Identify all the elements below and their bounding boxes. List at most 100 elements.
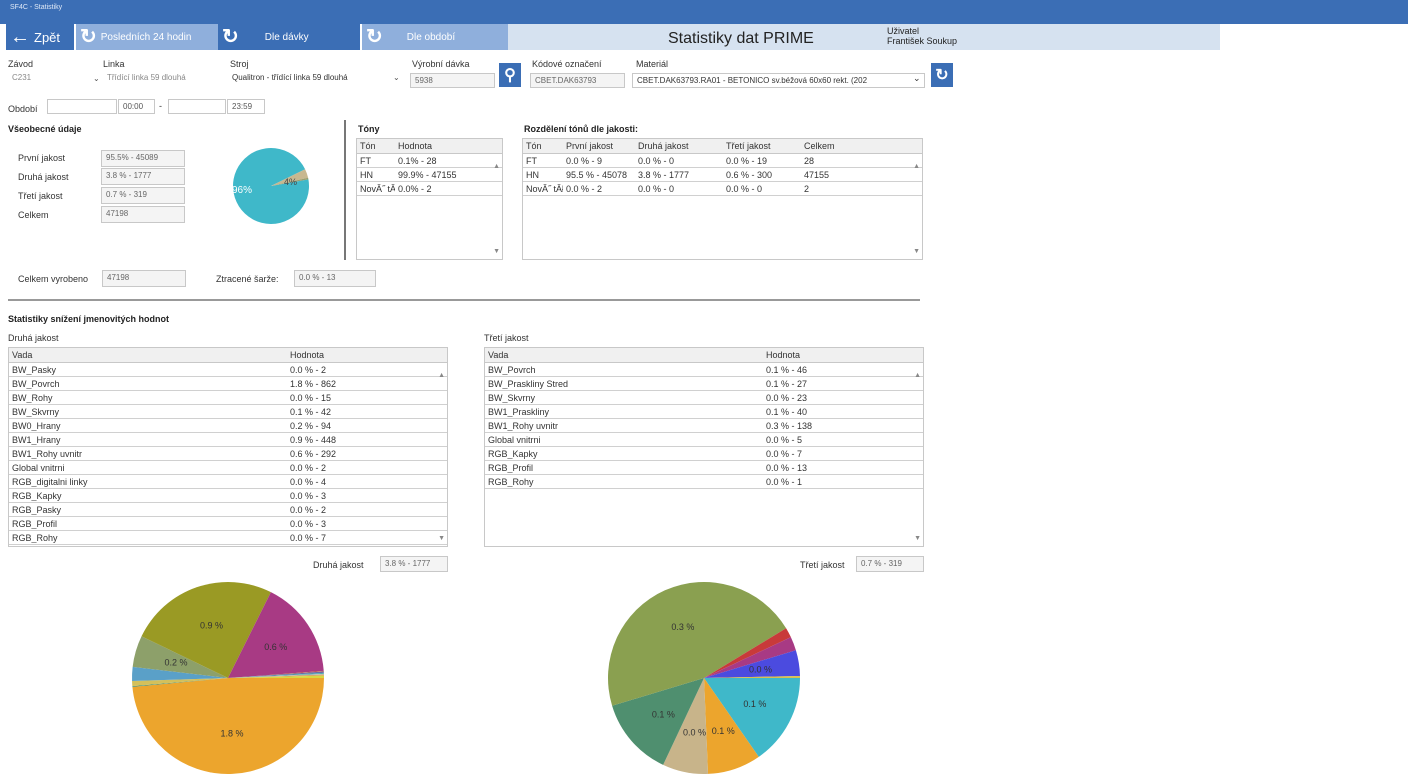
table-cell: RGB_Profil	[488, 462, 534, 473]
table-cell: 0.0 % - 19	[726, 155, 768, 166]
pie-label-first: 96%	[232, 185, 252, 196]
table-row[interactable]: BW1_Praskliny 0.1 % - 40	[485, 405, 923, 419]
column-header: Hodnota	[290, 350, 325, 360]
table-cell: 0.0 % - 3	[290, 518, 327, 529]
material-value: CBET.DAK63793.RA01 - BETONICO sv.béžová …	[637, 76, 868, 85]
table-cell: BW_Praskliny Stred	[488, 378, 569, 389]
table-cell: FT	[360, 155, 371, 166]
material-select[interactable]: CBET.DAK63793.RA01 - BETONICO sv.béžová …	[632, 73, 925, 88]
table-row[interactable]: BW_Skvrny 0.1 % - 42	[9, 405, 447, 419]
period-from-date[interactable]	[47, 99, 117, 114]
scroll-down-icon[interactable]: ▼	[913, 248, 920, 255]
table-row[interactable]: HN 99.9% - 47155	[357, 168, 502, 182]
code-label: Kódové označení	[532, 59, 602, 69]
table-cell: BW1_Rohy uvnitr	[12, 448, 83, 459]
period-to-date[interactable]	[168, 99, 226, 114]
machine-value: Qualitron - třídící linka 59 dlouhá	[232, 73, 348, 82]
search-button[interactable]: ⚲	[499, 63, 521, 87]
app-title: SF4C - Statistiky	[10, 4, 63, 11]
second-quality-defects-title: Druhá jakost	[8, 333, 59, 343]
table-row[interactable]: HN 95.5 % - 45078 3.8 % - 1777 0.6 % - 300 4…	[523, 168, 922, 182]
table-row[interactable]: RGB_Profil 0.0 % - 13	[485, 461, 923, 475]
by-period-button[interactable]: ↻ Dle období	[362, 24, 508, 50]
table-cell: RGB_digitalni linky	[12, 476, 88, 487]
table-row[interactable]: NovĂ˝ tĂłn0.0% - 2	[357, 182, 502, 196]
table-cell: FT	[526, 155, 537, 166]
table-cell: 0.3 % - 138	[766, 420, 813, 431]
plant-select[interactable]: C231	[8, 73, 88, 88]
table-cell: 2	[804, 183, 810, 194]
table-row[interactable]: BW1_Rohy uvnitr 0.3 % - 138	[485, 419, 923, 433]
table-header: Tón Hodnota	[357, 139, 502, 154]
table-cell: 99.9% - 47155	[398, 169, 457, 180]
table-row[interactable]: BW1_Hrany 0.9 % - 448	[9, 433, 447, 447]
table-header: Vada Hodnota	[9, 348, 447, 363]
pie-label-other: 4%	[284, 177, 297, 187]
tones-table[interactable]: Tón Hodnota FT 0.1% - 28 HN 99.9% - 47155 No…	[356, 138, 503, 260]
pie-slice-label: 0.9 %	[200, 620, 223, 630]
lost-value: 0.0 % - 13	[294, 270, 376, 287]
scroll-up-icon[interactable]: ▲	[914, 372, 921, 379]
table-cell: 0.0 % - 9	[566, 155, 603, 166]
table-row[interactable]: Global vnitrni 0.0 % - 5	[485, 433, 923, 447]
scroll-up-icon[interactable]: ▲	[493, 163, 500, 170]
by-batch-label: Dle dávky	[264, 31, 309, 43]
scroll-up-icon[interactable]: ▲	[913, 163, 920, 170]
table-row[interactable]: RGB_Rohy 0.0 % - 7	[9, 531, 447, 545]
table-row[interactable]: RGB_Profil 0.0 % - 3	[9, 517, 447, 531]
tone-quality-table[interactable]: Tón První jakost Druhá jakost Třetí jako…	[522, 138, 923, 260]
table-cell: RGB_Rohy	[12, 532, 58, 543]
table-cell: RGB_Profil	[12, 518, 58, 529]
table-row[interactable]: RGB_Rohy 0.0 % - 1	[485, 475, 923, 489]
page-title: Statistiky dat PRIME	[668, 30, 814, 47]
table-row[interactable]: RGB_Kapky 0.0 % - 3	[9, 489, 447, 503]
pie-slice-label: 1.8 %	[221, 729, 244, 739]
scroll-down-icon[interactable]: ▼	[914, 535, 921, 542]
scroll-down-icon[interactable]: ▼	[493, 248, 500, 255]
second-quality-defects-table[interactable]: Vada Hodnota BW_Pasky 0.0 % - 2 BW_Povrch 1…	[8, 347, 448, 547]
table-cell: 0.0 % - 3	[290, 490, 327, 501]
table-row[interactable]: Global vnitrni 0.0 % - 2	[9, 461, 447, 475]
table-cell: 0.6 % - 292	[290, 448, 337, 459]
table-row[interactable]: FT 0.1% - 28	[357, 154, 502, 168]
table-row[interactable]: BW_Praskliny Stred 0.1 % - 27	[485, 377, 923, 391]
table-cell: 0.1 % - 42	[290, 406, 332, 417]
third-quality-defects-table[interactable]: Vada Hodnota BW_Povrch 0.1 % - 46 BW_Prask…	[484, 347, 924, 547]
by-batch-button[interactable]: ↻ Dle dávky	[218, 24, 360, 50]
table-row[interactable]: RGB_Pasky 0.0 % - 2	[9, 503, 447, 517]
table-row[interactable]: RGB_Kapky 0.0 % - 7	[485, 447, 923, 461]
second-quality-pie-chart: 1.8 % 0.2 % 0.9 % 0.6 %	[132, 582, 324, 775]
table-row[interactable]: RGB_digitalni linky 0.0 % - 4	[9, 475, 447, 489]
table-row[interactable]: FT 0.0 % - 9 0.0 % - 0 0.0 % - 19 28	[523, 154, 922, 168]
material-label: Materiál	[636, 59, 669, 69]
line-value: Třídící linka 59 dlouhá	[107, 73, 186, 82]
last-24h-button[interactable]: ↻ Posledních 24 hodin	[76, 24, 218, 50]
table-row[interactable]: BW_Rohy 0.0 % - 15	[9, 391, 447, 405]
line-select[interactable]: ⌄ Třídící linka 59 dlouhá	[93, 73, 228, 88]
second-quality-summary-label: Druhá jakost	[313, 560, 364, 570]
second-quality-value: 3.8 % - 1777	[101, 168, 185, 185]
table-row[interactable]: BW_Povrch 0.1 % - 46	[485, 363, 923, 377]
table-row[interactable]: NovĂ˝ tĂłn0.0 % - 2 0.0 % - 0 0.0 % - 0 2	[523, 182, 922, 196]
table-row[interactable]: BW_Skvrny 0.0 % - 23	[485, 391, 923, 405]
code-input[interactable]: CBET.DAK63793	[530, 73, 625, 88]
third-quality-summary-label: Třetí jakost	[800, 560, 845, 570]
machine-select[interactable]: Qualitron - třídící linka 59 dlouhá ⌄	[228, 73, 408, 88]
chevron-down-icon: ⌄	[913, 73, 921, 83]
table-row[interactable]: BW_Povrch 1.8 % - 862	[9, 377, 447, 391]
section-divider	[344, 120, 346, 260]
table-cell: 0.6 % - 300	[726, 169, 773, 180]
table-row[interactable]: BW0_Hrany 0.2 % - 94	[9, 419, 447, 433]
scroll-up-icon[interactable]: ▲	[438, 372, 445, 379]
period-from-time[interactable]: 00:00	[118, 99, 155, 114]
period-to-time[interactable]: 23:59	[227, 99, 265, 114]
scroll-down-icon[interactable]: ▼	[438, 535, 445, 542]
table-cell: 0.0 % - 7	[766, 448, 803, 459]
table-row[interactable]: BW1_Rohy uvnitr 0.6 % - 292	[9, 447, 447, 461]
refresh-button[interactable]: ↻	[931, 63, 953, 87]
back-button[interactable]: ← Zpět	[6, 24, 74, 50]
table-row[interactable]: BW_Pasky 0.0 % - 2	[9, 363, 447, 377]
batch-input[interactable]: 5938	[410, 73, 495, 88]
table-cell: BW_Povrch	[488, 364, 536, 375]
table-cell: HN	[526, 169, 539, 180]
